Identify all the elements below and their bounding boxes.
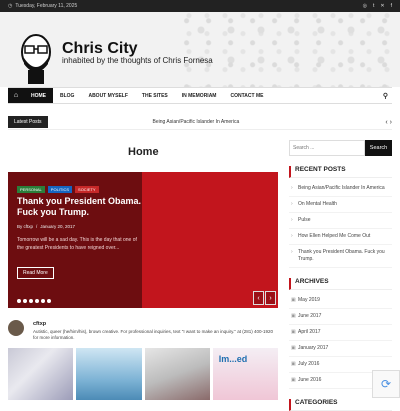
slide-excerpt: Tomorrow will be a sad day. This is the … (17, 237, 137, 251)
list-item[interactable]: June 2017 (289, 309, 392, 325)
slide-dot[interactable] (41, 299, 45, 303)
site-logo[interactable] (18, 30, 54, 84)
search-icon[interactable]: ⚲ (379, 88, 392, 103)
nav-item-home[interactable]: HOME (24, 88, 53, 103)
tag-personal[interactable]: PERSONAL (17, 186, 45, 193)
profile-bio: Autistic, queer (he/him/his), brown crea… (33, 329, 273, 340)
main-nav: ⌂ HOME BLOG ABOUT MYSELF THE SITES IN ME… (8, 87, 392, 104)
widget-title: ARCHIVES (289, 278, 392, 290)
list-item[interactable]: How Ellen Helped Me Come Out (289, 229, 392, 245)
recent-posts-widget: RECENT POSTS Being Asian/Pacific Islande… (289, 166, 392, 268)
list-item[interactable]: May 2019 (289, 293, 392, 309)
tag-politics[interactable]: POLITICS (47, 186, 73, 193)
list-item[interactable]: Thank you President Obama. Fuck you Trum… (289, 245, 392, 268)
list-item[interactable]: Pulse (289, 213, 392, 229)
grid-image-caption: Im...ed (218, 354, 248, 364)
social-links: ◎ t ✕ f (363, 3, 392, 9)
search-input[interactable] (289, 140, 365, 156)
categories-widget: CATEGORIES (289, 399, 392, 411)
slide-dot[interactable] (17, 299, 21, 303)
nav-item-memoriam[interactable]: IN MEMORIAM (175, 88, 224, 103)
nav-item-contact[interactable]: CONTACT ME (223, 88, 270, 103)
latest-posts-ticker[interactable]: Being Asian/Pacific Islander In America (153, 119, 240, 125)
widget-title: RECENT POSTS (289, 166, 392, 178)
slide-tags: PERSONAL POLITICS SOCIETY (17, 186, 99, 193)
header-texture (180, 12, 400, 87)
nav-item-sites[interactable]: THE SITES (135, 88, 175, 103)
page-title: Home (128, 146, 159, 158)
read-more-button[interactable]: Read More (17, 267, 54, 279)
slide-image[interactable] (142, 172, 278, 308)
slide-author[interactable]: By cftxp (17, 224, 33, 229)
slide-dot[interactable] (35, 299, 39, 303)
slide-dots (17, 299, 51, 303)
prev-slide-button[interactable]: ‹ (253, 291, 264, 305)
grid-image[interactable] (76, 348, 142, 400)
next-slide-button[interactable]: › (265, 291, 276, 305)
latest-posts-label: Latest Posts (8, 116, 48, 128)
sidebar-search: Search (289, 140, 392, 156)
widget-title: CATEGORIES (289, 399, 392, 411)
top-bar: ◷ Tuesday, February 11, 2025 ◎ t ✕ f (0, 0, 400, 12)
instagram-icon[interactable]: ◎ (363, 3, 367, 9)
nav-item-blog[interactable]: BLOG (53, 88, 81, 103)
slide-dot[interactable] (29, 299, 33, 303)
slide-dot[interactable] (47, 299, 51, 303)
list-item[interactable]: Being Asian/Pacific Islander In America (289, 181, 392, 197)
slide-arrows: ‹ › (253, 291, 276, 305)
profile-card: cftxp Autistic, queer (he/him/his), brow… (8, 320, 278, 344)
profile-name[interactable]: cftxp (33, 321, 46, 327)
avatar[interactable] (8, 320, 24, 336)
slide-dot[interactable] (23, 299, 27, 303)
site-header: Chris City inhabited by the thoughts of … (0, 12, 400, 87)
home-icon[interactable]: ⌂ (8, 88, 24, 103)
recaptcha-badge[interactable]: ⟳ (372, 370, 400, 398)
featured-slider: PERSONAL POLITICS SOCIETY Thank you Pres… (8, 172, 278, 308)
list-item[interactable]: January 2017 (289, 341, 392, 357)
image-grid: Im...ed (8, 348, 278, 400)
ticker-arrows[interactable]: ‹ › (385, 119, 392, 126)
meta-separator: / (36, 224, 38, 229)
latest-posts-bar: Latest Posts Being Asian/Pacific Islande… (8, 115, 392, 130)
current-date: Tuesday, February 11, 2025 (15, 3, 78, 9)
twitter-icon[interactable]: ✕ (380, 3, 384, 9)
tumblr-icon[interactable]: t (373, 3, 374, 9)
grid-image[interactable] (144, 348, 210, 400)
facebook-icon[interactable]: f (391, 3, 392, 9)
list-item[interactable]: On Mental Health (289, 197, 392, 213)
search-button[interactable]: Search (365, 140, 392, 156)
slide-meta: By cftxp / January 20, 2017 (17, 224, 75, 229)
grid-image[interactable] (8, 348, 74, 400)
clock-icon: ◷ (8, 3, 13, 9)
tag-society[interactable]: SOCIETY (75, 186, 99, 193)
recent-posts-list: Being Asian/Pacific Islander In America … (289, 181, 392, 268)
nav-item-about[interactable]: ABOUT MYSELF (81, 88, 134, 103)
list-item[interactable]: April 2017 (289, 325, 392, 341)
site-description: inhabited by the thoughts of Chris Forne… (62, 56, 213, 65)
slide-date: January 20, 2017 (40, 224, 76, 229)
slide-title[interactable]: Thank you President Obama. Fuck you Trum… (17, 196, 142, 218)
grid-image[interactable]: Im...ed (212, 348, 278, 400)
